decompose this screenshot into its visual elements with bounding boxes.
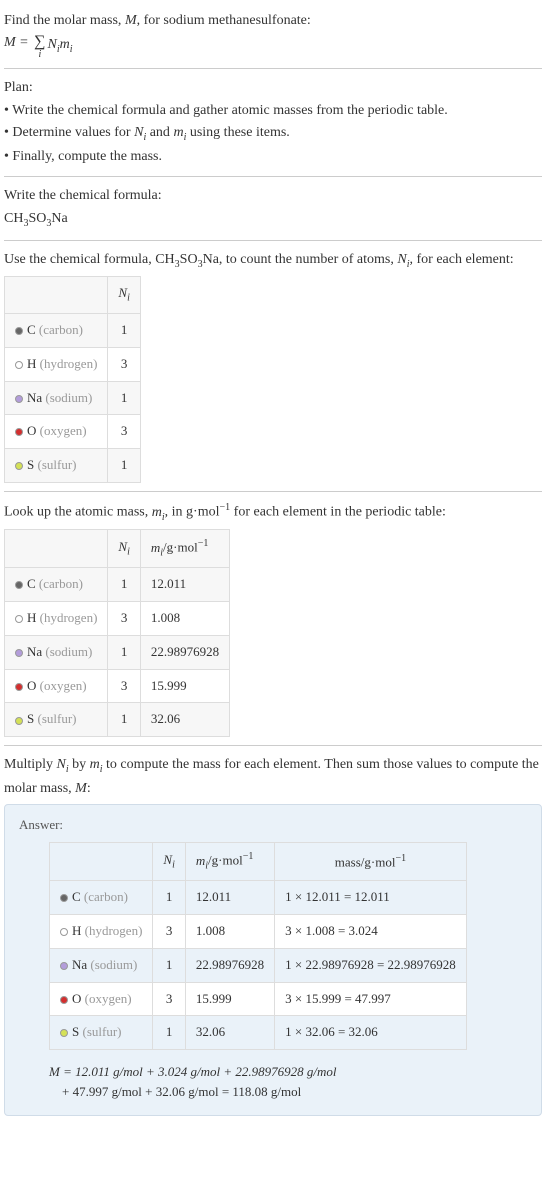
step1-heading: Write the chemical formula: [4,185,542,207]
element-dot-icon [15,428,23,436]
element-dot-icon [15,361,23,369]
table-row: S (sulfur)1 [5,449,141,483]
table-row: O (oxygen)315.999 [5,669,230,703]
formula-m-eq: M = [4,35,32,50]
divider [4,745,542,746]
element-dot-icon [60,996,68,1004]
table-header-row: Ni mi/g·mol−1 [5,530,230,568]
final-equation: M = 12.011 g/mol + 3.024 g/mol + 22.9897… [49,1062,527,1101]
sum-expression: ∑ i Nimi [32,34,72,60]
intro-text: Find the molar mass, [4,13,125,28]
element-dot-icon [60,962,68,970]
sigma-symbol: ∑ [34,34,45,50]
empty-header [50,843,153,881]
element-dot-icon [15,581,23,589]
divider [4,176,542,177]
plan-section: Plan: • Write the chemical formula and g… [4,71,542,174]
table-row: O (oxygen)315.9993 × 15.999 = 47.997 [50,982,467,1016]
plan-bullet-2: • Determine values for Ni and mi using t… [4,122,542,146]
table-row: C (carbon)112.0111 × 12.011 = 12.011 [50,881,467,915]
element-dot-icon [15,462,23,470]
divider [4,491,542,492]
element-dot-icon [15,717,23,725]
element-dot-icon [15,683,23,691]
plan-bullet-3: • Finally, compute the mass. [4,146,542,168]
element-dot-icon [15,615,23,623]
table-row: S (sulfur)132.061 × 32.06 = 32.06 [50,1016,467,1050]
element-dot-icon [60,928,68,936]
mass-header: mass/g·mol−1 [275,843,467,881]
empty-header [5,530,108,568]
answer-box: Answer: Ni mi/g·mol−1 mass/g·mol−1 C (ca… [4,804,542,1116]
empty-header [5,277,108,314]
plan-bullet-1: • Write the chemical formula and gather … [4,100,542,122]
divider [4,68,542,69]
atomic-mass-table: Ni mi/g·mol−1 C (carbon)112.011 H (hydro… [4,529,230,737]
intro-text-2: , for sodium methanesulfonate: [137,13,311,28]
answer-label: Answer: [19,815,527,836]
m-header: mi/g·mol−1 [140,530,229,568]
step4-section: Multiply Ni by mi to compute the mass fo… [4,748,542,1122]
element-dot-icon [15,327,23,335]
m-header: mi/g·mol−1 [185,843,274,881]
table-row: Na (sodium)1 [5,381,141,415]
intro-var-m: M [125,13,137,28]
step3-section: Look up the atomic mass, mi, in g·mol−1 … [4,494,542,743]
table-row: H (hydrogen)31.008 [5,602,230,636]
step2-section: Use the chemical formula, CH3SO3Na, to c… [4,243,542,489]
step2-text: Use the chemical formula, CH3SO3Na, to c… [4,249,542,273]
divider [4,240,542,241]
table-row: H (hydrogen)31.0083 × 1.008 = 3.024 [50,914,467,948]
answer-table: Ni mi/g·mol−1 mass/g·mol−1 C (carbon)112… [49,842,467,1050]
element-dot-icon [60,1029,68,1037]
element-dot-icon [15,649,23,657]
intro-section: Find the molar mass, M, for sodium metha… [4,4,542,66]
table-row: Na (sodium)122.98976928 [5,635,230,669]
n-header: Ni [153,843,185,881]
n-header: Ni [108,530,140,568]
chemical-formula: CH3SO3Na [4,208,542,232]
table-row: C (carbon)112.011 [5,568,230,602]
step3-text: Look up the atomic mass, mi, in g·mol−1 … [4,500,542,525]
table-row: C (carbon)1 [5,313,141,347]
plan-heading: Plan: [4,77,542,99]
step1-section: Write the chemical formula: CH3SO3Na [4,179,542,237]
atom-count-table: Ni C (carbon)1 H (hydrogen)3 Na (sodium)… [4,276,141,483]
n-header: Ni [108,277,140,314]
step4-text: Multiply Ni by mi to compute the mass fo… [4,754,542,800]
sigma-sub: i [38,50,41,60]
table-row: Na (sodium)122.989769281 × 22.98976928 =… [50,948,467,982]
table-header-row: Ni mi/g·mol−1 mass/g·mol−1 [50,843,467,881]
table-header-row: Ni [5,277,141,314]
table-row: S (sulfur)132.06 [5,703,230,737]
element-dot-icon [60,894,68,902]
element-dot-icon [15,395,23,403]
table-row: H (hydrogen)3 [5,347,141,381]
table-row: O (oxygen)3 [5,415,141,449]
